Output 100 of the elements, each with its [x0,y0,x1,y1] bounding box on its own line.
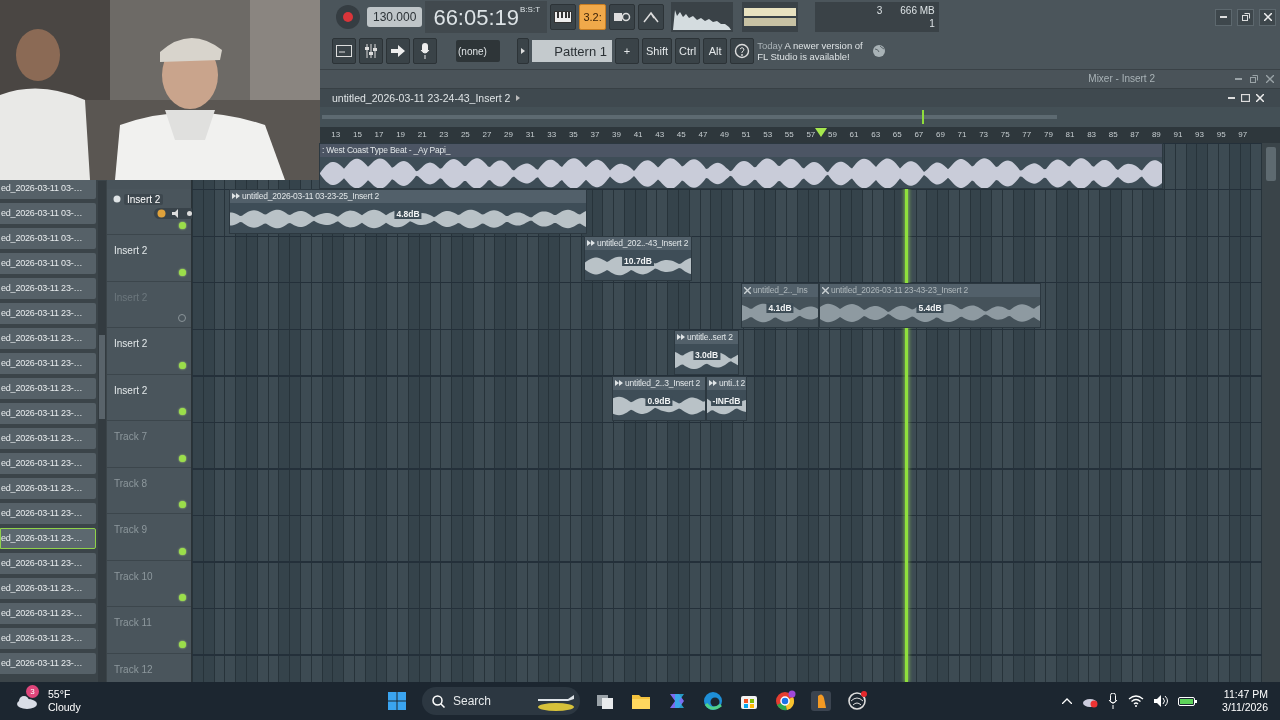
start-icon[interactable] [386,690,408,712]
audio-clip[interactable]: untitled_202..-43_Insert 2 10.7dB [584,235,692,281]
vertical-scrollbar[interactable] [1262,142,1280,683]
minimize-button[interactable] [1215,8,1232,26]
metronome-button[interactable] [637,4,664,30]
bar-number: 65 [891,130,903,140]
track-enable-led[interactable] [179,454,186,462]
time-scrollbar[interactable] [322,109,1057,124]
browser-item[interactable]: ed_2026-03-11 23-… [0,402,96,424]
speaker-icon[interactable] [172,208,181,218]
battery-icon[interactable] [1178,695,1199,707]
chrome-icon[interactable] [774,690,796,712]
track-enable-led[interactable] [179,547,186,555]
browser-item[interactable]: ed_2026-03-11 23-… [0,477,96,499]
playlist-button[interactable] [386,38,410,64]
audio-clip[interactable]: untitled_2026-03-11 03-23-25_Insert 2 4.8dB [229,188,587,234]
bar-number: 81 [1064,130,1076,140]
minimize-icon[interactable] [1235,77,1242,80]
browser-item[interactable]: ed_2026-03-11 23-… [0,602,96,624]
swirl-icon[interactable] [846,690,868,712]
edge-icon[interactable] [702,690,724,712]
bar-number: 41 [632,130,644,140]
modifier-key-button[interactable]: Ctrl [675,38,701,64]
audio-clip[interactable]: untitled_2..3_Insert 2 0.9dB [612,375,706,421]
piano-roll-button[interactable] [550,4,577,30]
close-button[interactable] [1259,8,1276,26]
browser-item[interactable]: ed_2026-03-11 23-… [0,377,96,399]
browser-item[interactable]: ed_2026-03-11 23-… [0,502,96,524]
pattern-previous-button[interactable] [517,38,529,64]
search-box[interactable]: Search [422,687,580,715]
browser-item[interactable]: ed_2026-03-11 23-… [0,427,96,449]
clock[interactable]: 11:47 PM 3/11/2026 [1222,688,1268,714]
restore-button[interactable] [1237,8,1254,26]
browser-item[interactable]: ed_2026-03-11 23-… [0,627,96,649]
polyphony-reading: 1 [928,18,935,29]
track-enable-led[interactable] [179,408,186,416]
bar-number: 63 [870,130,882,140]
track-enable-led[interactable] [179,640,186,648]
track-enable-led[interactable] [179,361,186,369]
browser-item[interactable]: ed_2026-03-11 03-… [0,202,96,224]
maximize-icon[interactable] [1241,93,1250,102]
gain-label: 10.7dB [622,255,654,266]
scrollbar[interactable] [98,180,106,683]
pattern-selector[interactable]: Pattern 1 [532,40,612,62]
track-label[interactable]: Insert 2 [114,245,148,257]
help-button[interactable] [730,38,755,64]
arrow-icon [391,45,405,57]
recording-button[interactable] [413,38,437,64]
add-pattern-button[interactable]: + [615,38,639,64]
weather-icon[interactable] [16,694,38,710]
browser-item[interactable]: ed_2026-03-11 23-… [0,527,96,549]
browser-item[interactable]: ed_2026-03-11 23-… [0,352,96,374]
bar-number: 91 [1172,130,1184,140]
browser-item[interactable]: ed_2026-03-11 23-… [0,652,96,674]
fruit-app-icon[interactable] [810,690,832,712]
microphone-icon[interactable] [1108,693,1119,709]
snap-button[interactable]: 3.2: [579,4,606,30]
audio-clip[interactable]: : West Coast Type Beat - _Ay Papi_ [319,142,1163,189]
bar-number: 31 [524,130,536,140]
mixer-button[interactable] [359,38,383,64]
dot-icon[interactable] [187,210,192,216]
wifi-icon[interactable] [1128,695,1145,707]
track-enable-led[interactable] [179,222,186,230]
channel-rack-button[interactable] [332,38,356,64]
audio-clip[interactable]: unti..t 2 -INFdB [706,375,747,421]
caret-up-icon[interactable] [1062,698,1073,704]
browser-item[interactable]: ed_2026-03-11 23-… [0,452,96,474]
browser-item[interactable]: ed_2026-03-11 23-… [0,327,96,349]
bar-number: 25 [459,130,471,140]
browser-item[interactable]: ed_2026-03-11 03-… [0,252,96,274]
track-label[interactable]: Insert 2 [114,338,148,350]
track-enable-led[interactable] [179,594,186,602]
clip-title: untitled_2026-03-11 03-23-25_Insert 2 [242,191,380,202]
loop-button[interactable] [608,4,635,30]
track-enable-led[interactable] [179,501,186,509]
track-label[interactable]: Insert 2 [114,384,148,396]
minimize-icon[interactable] [1228,96,1235,99]
lock-icon[interactable] [157,208,166,218]
bar-number: 75 [999,130,1011,140]
browser-item[interactable]: ed_2026-03-11 23-… [0,277,96,299]
tempo-display[interactable]: 130.000 [367,7,423,27]
window-title: Mixer - Insert 2 [1088,73,1155,85]
audio-clip[interactable]: untitled_2.._Ins 4.1dB [741,282,819,328]
globe-icon [872,44,887,58]
track-label[interactable]: Insert 2 [124,193,164,205]
browser-item[interactable]: ed_2026-03-11 23-… [0,302,96,324]
caret-icon [516,94,521,101]
pattern-dropdown[interactable]: (none) [456,40,500,62]
browser-item[interactable]: ed_2026-03-11 23-… [0,552,96,574]
browser-item[interactable]: ed_2026-03-11 23-… [0,577,96,599]
track-enable-led[interactable] [179,268,186,276]
speaker-icon[interactable] [1154,695,1169,707]
bar-number: 39 [611,130,622,140]
restore-icon[interactable] [1250,74,1258,83]
audio-clip[interactable]: untitle..sert 2 3.0dB [674,329,739,375]
bar-number: 13 [330,130,342,140]
modifier-key-button[interactable]: Shift [642,38,672,64]
modifier-key-button[interactable]: Alt [703,38,728,64]
browser-item[interactable]: ed_2026-03-11 03-… [0,227,96,249]
audio-clip[interactable]: untitled_2026-03-11 23-43-23_Insert 2 5.4dB [819,282,1041,328]
